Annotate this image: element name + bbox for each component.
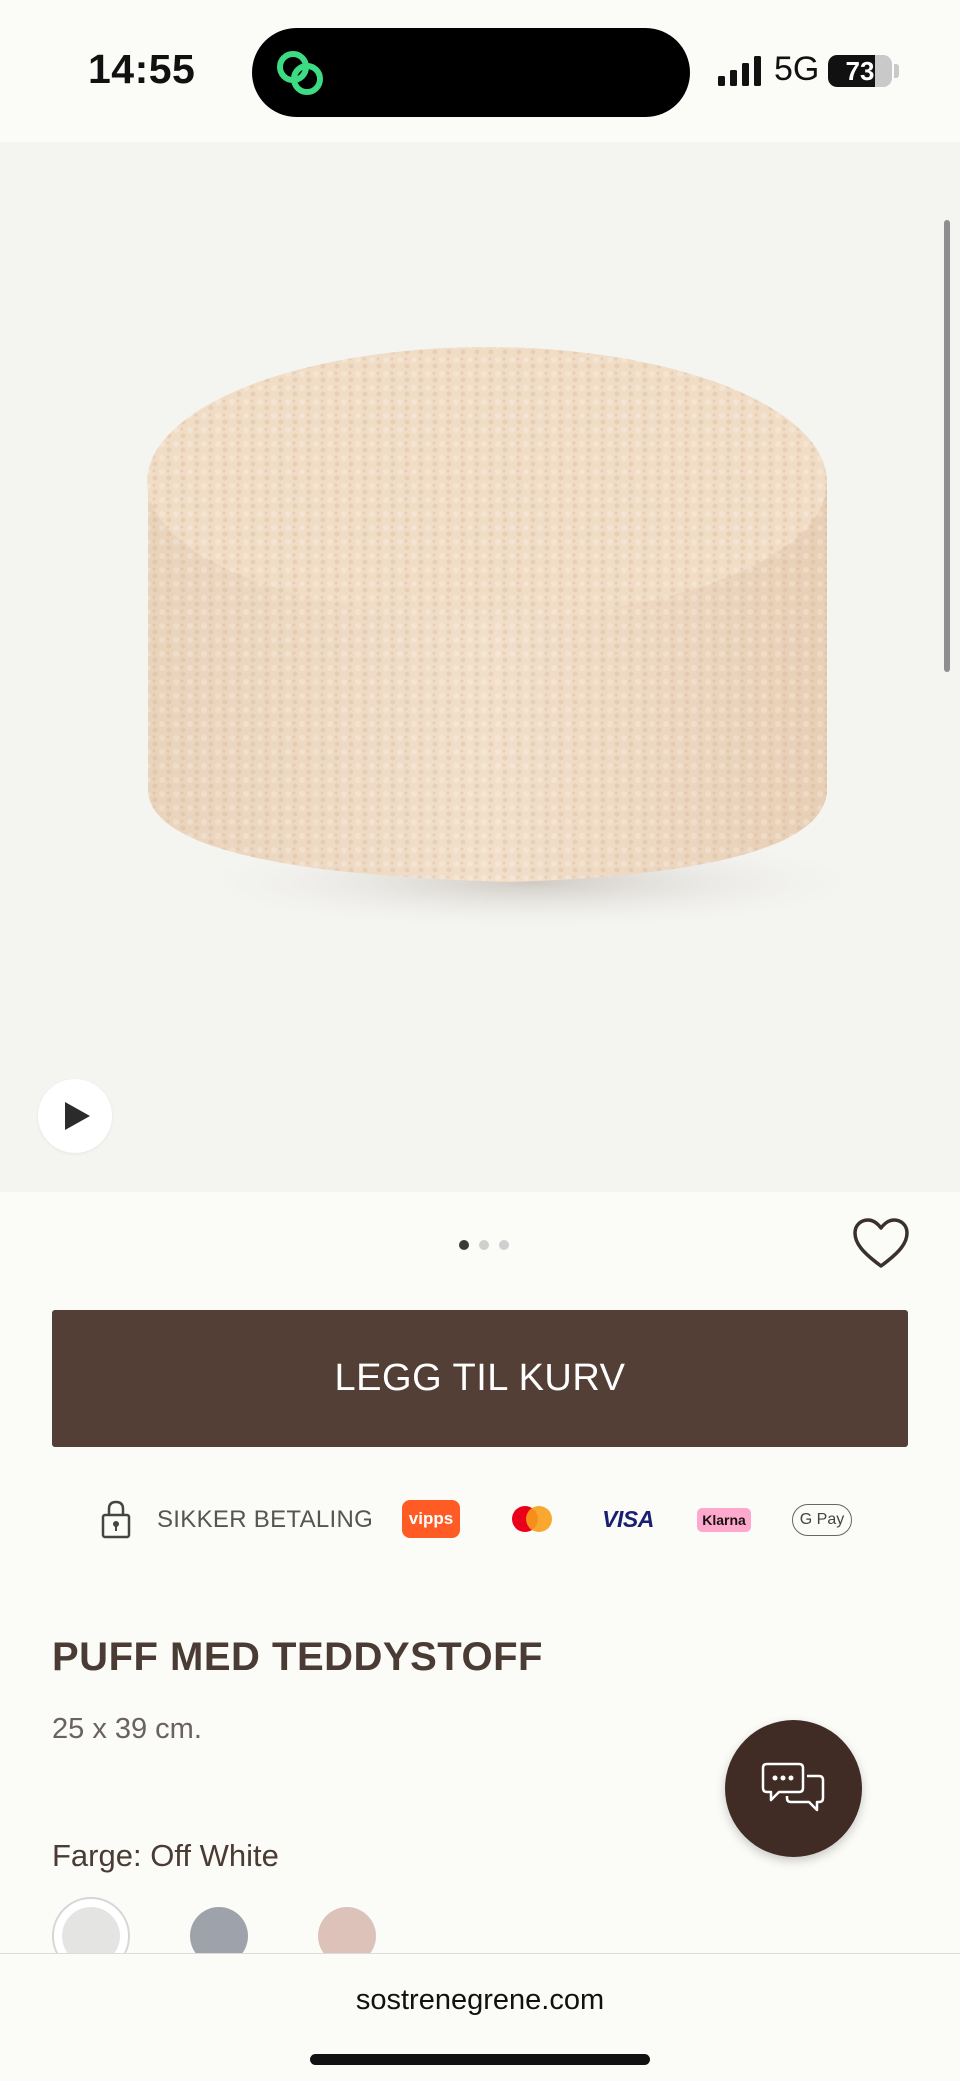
vipps-logo: vipps [402, 1500, 460, 1538]
battery-icon: 73 [828, 55, 892, 87]
mastercard-logo [508, 1500, 552, 1538]
add-to-cart-button[interactable]: LEGG TIL KURV [52, 1310, 908, 1447]
dynamic-island [252, 28, 690, 117]
battery-level: 73 [845, 56, 875, 86]
color-label: Farge: Off White [52, 1838, 279, 1873]
url-text[interactable]: sostrenegrene.com [0, 1984, 960, 2017]
lock-icon [101, 1500, 131, 1539]
gallery-pagination [459, 1240, 509, 1252]
favorite-heart-icon[interactable] [852, 1218, 910, 1270]
secure-payment-row: SIKKER BETALING vipps VISA Klarna G Pay [0, 1494, 960, 1546]
play-video-button[interactable] [38, 1079, 112, 1153]
battery-nub [894, 64, 899, 78]
link-rings-icon [277, 51, 323, 95]
play-icon [65, 1102, 90, 1130]
secure-payment-label: SIKKER BETALING [157, 1506, 374, 1533]
gallery-scrollbar[interactable] [944, 220, 950, 672]
pagination-dot[interactable] [499, 1240, 509, 1250]
pagination-dot[interactable] [479, 1240, 489, 1250]
status-time: 14:55 [88, 46, 196, 92]
home-indicator[interactable] [310, 2054, 650, 2065]
status-bar: 14:55 5G 73 [0, 0, 960, 142]
product-title: PUFF MED TEDDYSTOFF [52, 1635, 543, 1679]
browser-address-bar[interactable]: sostrenegrene.com [0, 1953, 960, 2081]
cellular-signal-icon [718, 56, 761, 86]
google-pay-logo: G Pay [792, 1504, 852, 1536]
network-type: 5G [774, 50, 820, 88]
chat-bubbles-icon [761, 1762, 825, 1812]
product-size: 25 x 39 cm. [52, 1713, 202, 1745]
chat-button[interactable] [725, 1720, 862, 1857]
product-image-gallery[interactable] [0, 142, 960, 1192]
product-image [147, 347, 890, 932]
klarna-logo: Klarna [697, 1508, 751, 1532]
visa-logo: VISA [602, 1505, 654, 1532]
pagination-dot[interactable] [459, 1240, 469, 1250]
